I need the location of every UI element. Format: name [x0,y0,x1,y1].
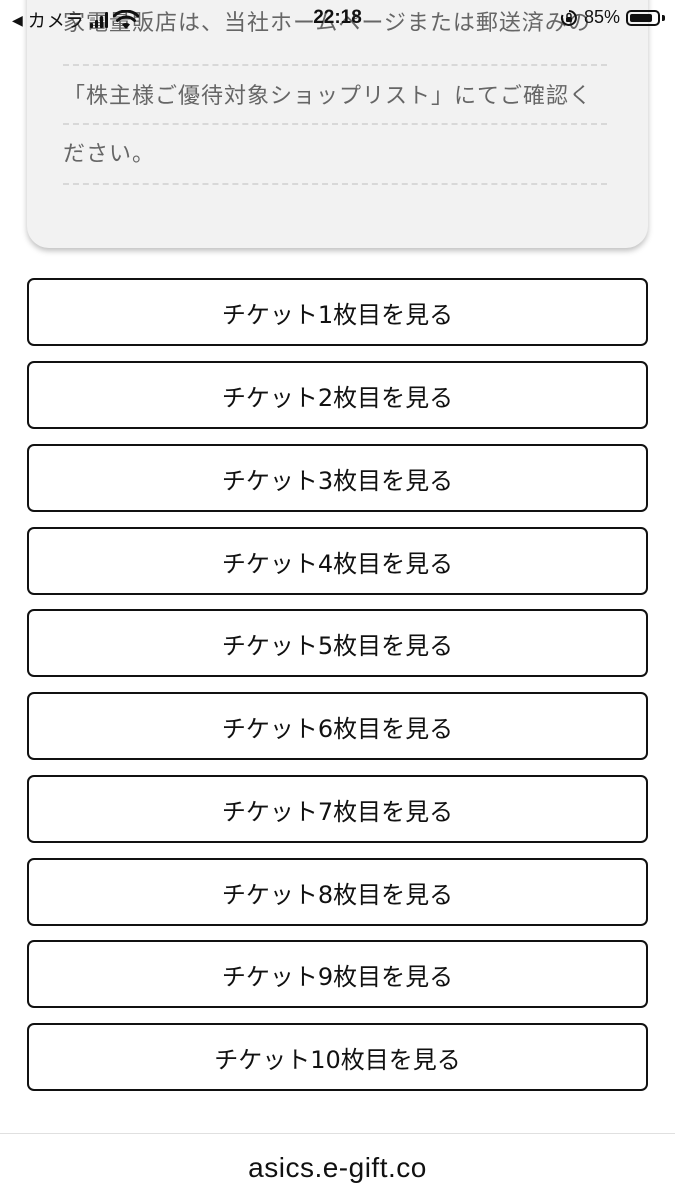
status-bar: ◀ カメラ 22:18 85% [0,0,675,36]
notice-card: 家電量販店は、当社ホームページまたは郵送済みの 「株主様ご優待対象ショップリスト… [27,0,648,248]
view-ticket-5-button[interactable]: チケット5枚目を見る [27,609,648,677]
status-right: 85% [560,7,665,28]
view-ticket-6-button[interactable]: チケット6枚目を見る [27,692,648,760]
notice-divider [63,123,607,125]
notice-line-3: ださい。 [63,142,156,167]
site-url[interactable]: asics.e-gift.co [248,1152,427,1184]
battery-percent: 85% [583,7,620,27]
view-ticket-3-button[interactable]: チケット3枚目を見る [27,444,648,512]
notice-divider [63,64,607,66]
orientation-lock-icon [560,9,577,26]
view-ticket-8-button[interactable]: チケット8枚目を見る [27,858,648,926]
browser-address-bar[interactable]: asics.e-gift.co [0,1133,675,1201]
view-ticket-9-button[interactable]: チケット9枚目を見る [27,940,648,1008]
battery-fill [630,13,652,22]
view-ticket-4-button[interactable]: チケット4枚目を見る [27,527,648,595]
battery-cap [662,14,665,21]
notice-divider [63,183,607,185]
view-ticket-10-button[interactable]: チケット10枚目を見る [27,1023,648,1091]
notice-line-2: 「株主様ご優待対象ショップリスト」にてご確認く [63,84,593,109]
view-ticket-7-button[interactable]: チケット7枚目を見る [27,775,648,843]
view-ticket-2-button[interactable]: チケット2枚目を見る [27,361,648,429]
view-ticket-1-button[interactable]: チケット1枚目を見る [27,278,648,346]
battery-icon [626,9,660,26]
